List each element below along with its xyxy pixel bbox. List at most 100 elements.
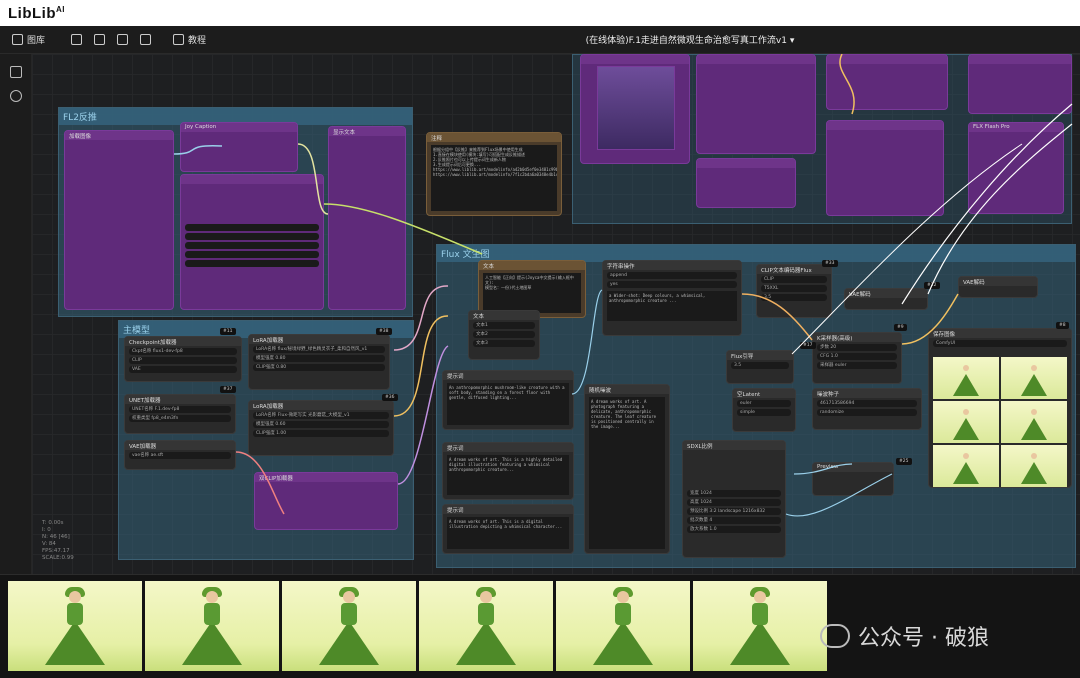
clip-input[interactable]: CLIP	[761, 276, 827, 283]
gallery-thumbnail[interactable]	[693, 581, 827, 671]
clip-strength-field[interactable]: CLIP强度 1.00	[253, 430, 389, 437]
setting-row[interactable]	[185, 260, 319, 267]
app-logo[interactable]: LibLibAI	[8, 5, 65, 22]
top-purple-node-6[interactable]: FLX Flash Pro	[968, 122, 1064, 214]
prompt-text-node-3[interactable]: 提示词 A dream works of art. This is a digi…	[442, 504, 574, 554]
random-prompt-node[interactable]: 随机噪波 A dream works of art. A photograph …	[584, 384, 670, 554]
caption-settings-node[interactable]	[180, 174, 324, 310]
latent-field-2[interactable]: simple	[737, 409, 791, 416]
clip-field[interactable]: CLIP	[129, 357, 237, 364]
prompt-text[interactable]: A dream works of art. This is a highly d…	[447, 455, 569, 495]
setting-row[interactable]	[185, 251, 319, 258]
top-purple-node-4[interactable]	[826, 120, 944, 216]
load-image-node[interactable]: 加载图像	[64, 130, 174, 310]
noise-seed-field[interactable]: 461713586694	[817, 400, 917, 407]
save-icon[interactable]	[140, 34, 152, 45]
clip-strength-field[interactable]: CLIP强度 0.80	[253, 364, 385, 371]
steps-field[interactable]: 步数 20	[817, 344, 897, 351]
new-file-icon[interactable]	[71, 34, 83, 45]
result-image[interactable]	[933, 401, 999, 443]
lora-loader-2-node[interactable]: LoRA加载器 LoRA名称 Flux-微距写实 光影蘑菇_大模型_v1 模型强…	[248, 400, 394, 456]
gallery-thumbnail[interactable]	[8, 581, 142, 671]
latent-field[interactable]: euler	[737, 400, 791, 407]
t5xxl-input[interactable]: T5XXL	[761, 285, 827, 292]
gallery-thumbnail[interactable]	[145, 581, 279, 671]
vae-loader-node[interactable]: VAE加载器 vae名称 ae.sft	[124, 440, 236, 470]
preset-ratio-field[interactable]: 预设比例 3:2 landscape 1216x832	[687, 508, 781, 515]
note-node[interactable]: 注释 根据分组中【反推】来推荐到Flux场景中使用生成 1.直接在模块使用(模块…	[426, 132, 562, 216]
string-text[interactable]: a Wider-shot: Deep colours, a whimsical,…	[607, 291, 737, 321]
append-field[interactable]: append	[607, 272, 737, 279]
result-image[interactable]	[933, 445, 999, 487]
unet-loader-node[interactable]: UNET加载器 UNET名称 F.1.dev-fp8 权重类型 fp8_e4m3…	[124, 394, 236, 434]
tutorial-button[interactable]: 教程	[173, 33, 206, 46]
lora-loader-1-node[interactable]: LoRA加载器 LoRA名称 flux/秘境绿野_绿色精灵衣子_柔和自然风_v1…	[248, 334, 390, 390]
empty-latent-node[interactable]: 空Latent euler simple	[732, 388, 796, 432]
top-purple-node-5[interactable]	[968, 54, 1072, 114]
guidance-value-field[interactable]: 3.5	[731, 362, 789, 369]
clip-text-encode-flux-node[interactable]: CLIP文本编码器Flux CLIP T5XXL 3.5	[756, 264, 832, 318]
gallery-thumbnail[interactable]	[419, 581, 553, 671]
node-tree-icon[interactable]	[9, 90, 22, 102]
open-folder-icon[interactable]	[94, 34, 106, 45]
setting-row[interactable]	[185, 233, 319, 240]
clip-loader-node[interactable]: 双CLIP加载器	[254, 472, 398, 530]
sampler-advanced-node[interactable]: K采样器(高级) 步数 20 CFG 1.0 采样器 euler	[812, 332, 902, 384]
text-concat-node[interactable]: 文本 文本1 文本2 文本3	[468, 310, 540, 360]
preview-node[interactable]: Preview	[812, 462, 894, 496]
result-image[interactable]	[1001, 445, 1067, 487]
save-image-node[interactable]: 保存图像 ComfyUI	[928, 328, 1072, 488]
lora-name-field[interactable]: LoRA名称 Flux-微距写实 光影蘑菇_大模型_v1	[253, 412, 389, 419]
weight-type-field[interactable]: 权重类型 fp8_e4m3fn	[129, 415, 231, 422]
ckpt-name-field[interactable]: Ckpt名称 flux1-dev-fp8	[129, 348, 237, 355]
download-icon[interactable]	[117, 34, 129, 45]
prompt-text-node-2[interactable]: 提示词 A dream works of art. This is a high…	[442, 442, 574, 500]
note-text[interactable]: 根据分组中【反推】来推荐到Flux场景中使用生成 1.直接在模块使用(模块:填写…	[431, 145, 557, 211]
result-image[interactable]	[1001, 357, 1067, 399]
string-function-node[interactable]: 字符串操作 append yes a Wider-shot: Deep colo…	[602, 260, 742, 336]
vae-decode-node-2[interactable]: VAE解码	[958, 276, 1038, 298]
result-image[interactable]	[1001, 401, 1067, 443]
prompt-text[interactable]: An anthropomorphic mushroom-like creatur…	[447, 383, 569, 425]
scale-factor-field[interactable]: 放大系数 1.0	[687, 526, 781, 533]
library-button[interactable]: 图库	[12, 33, 45, 46]
node-canvas[interactable]: FL2反推 主模型 Flux 文生图 加载图像 Joy Caption 显示文本…	[32, 54, 1080, 574]
model-strength-field[interactable]: 模型强度 0.60	[253, 421, 389, 428]
gallery-thumbnail[interactable]	[282, 581, 416, 671]
vae-field[interactable]: VAE	[129, 366, 237, 373]
noise-node[interactable]: 噪波种子 461713586694 randomize	[812, 388, 922, 430]
cfg-field[interactable]: CFG 1.0	[817, 353, 897, 360]
filename-prefix-field[interactable]: ComfyUI	[933, 340, 1067, 347]
prompt-text-node[interactable]: 提示词 An anthropomorphic mushroom-like cre…	[442, 370, 574, 430]
result-image[interactable]	[933, 357, 999, 399]
unet-name-field[interactable]: UNET名称 F.1.dev-fp8	[129, 406, 231, 413]
vae-decode-node[interactable]: VAE解码	[844, 288, 928, 310]
model-strength-field[interactable]: 模型强度 0.80	[253, 355, 385, 362]
text-one-field[interactable]: 文本1	[473, 322, 535, 329]
guidance-field[interactable]: 3.5	[761, 294, 827, 301]
gallery-thumbnail[interactable]	[556, 581, 690, 671]
random-prompt-text[interactable]: A dream works of art. A photograph featu…	[589, 397, 665, 549]
show-text-node[interactable]: 显示文本	[328, 126, 406, 310]
sdxl-ratio-node[interactable]: SDXL比例 宽度 1024 高度 1024 预设比例 3:2 landscap…	[682, 440, 786, 558]
top-purple-node-2[interactable]	[696, 158, 796, 208]
joy-caption-node[interactable]: Joy Caption	[180, 122, 298, 172]
setting-row[interactable]	[185, 224, 319, 231]
chevron-down-icon[interactable]: ▾	[790, 36, 795, 46]
document-icon[interactable]	[9, 66, 22, 78]
workflow-title[interactable]: (在线体验)F.1走进自然微观生命治愈写真工作流v1 ▾	[520, 33, 860, 46]
batch-size-field[interactable]: 批次数量 4	[687, 517, 781, 524]
setting-row[interactable]	[185, 242, 319, 249]
lora-name-field[interactable]: LoRA名称 flux/秘境绿野_绿色精灵衣子_柔和自然风_v1	[253, 346, 385, 353]
text-three-field[interactable]: 文本3	[473, 340, 535, 347]
top-purple-node[interactable]	[696, 54, 816, 154]
vae-name-field[interactable]: vae名称 ae.sft	[129, 452, 231, 459]
text-two-field[interactable]: 文本2	[473, 331, 535, 338]
control-after-generate-field[interactable]: randomize	[817, 409, 917, 416]
trim-field[interactable]: yes	[607, 281, 737, 288]
top-purple-node-3[interactable]	[826, 54, 948, 110]
translate-text[interactable]: 人工智能【正向】提示(Joyca中文提示(输入框中文): 模型名：一份)代土地图…	[483, 273, 581, 313]
checkpoint-loader-node[interactable]: Checkpoint加载器 Ckpt名称 flux1-dev-fp8 CLIP …	[124, 336, 242, 382]
sampler-field[interactable]: 采样器 euler	[817, 362, 897, 369]
prompt-text[interactable]: A dream works of art. This is a digital …	[447, 517, 569, 549]
